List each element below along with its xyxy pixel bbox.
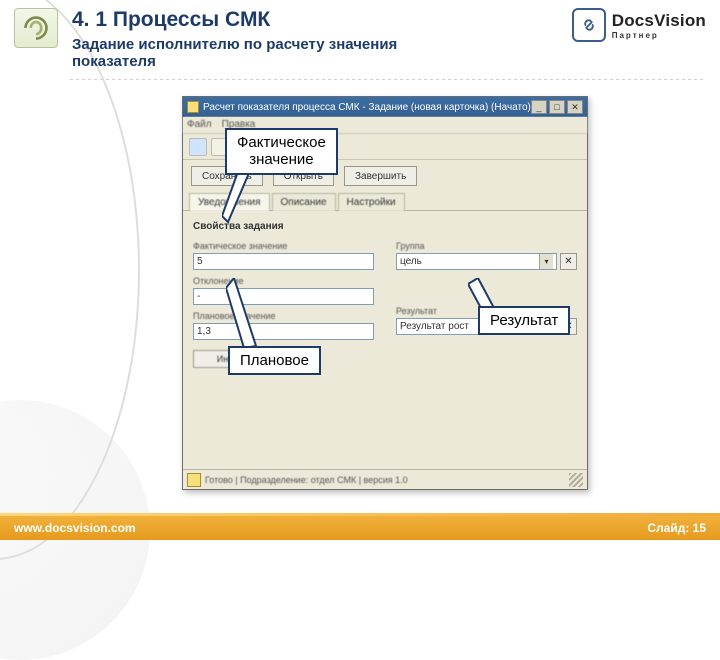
value-factual: 5 [197,256,203,267]
header-divider [70,79,706,80]
tool-save-icon[interactable] [189,138,207,156]
tab-settings[interactable]: Настройки [338,193,405,211]
value-result: Результат рост [400,321,469,332]
slide-title: 4. 1 Процессы СМК [72,8,572,32]
docsvision-brand: DocsVision Партнер [572,8,706,42]
input-factual[interactable]: 5 [193,253,374,270]
company-logo-left [14,8,58,48]
resize-grip-icon[interactable] [569,473,583,487]
value-deviation: - [197,291,200,302]
chevron-down-icon[interactable]: ▾ [539,254,553,269]
slide-header: 4. 1 Процессы СМК Задание исполнителю по… [0,0,720,75]
footer-slide-number: Слайд: 15 [647,521,706,535]
window-titlebar: Расчет показателя процесса СМК - Задание… [183,97,587,117]
input-plan[interactable]: 1,3 [193,323,374,340]
input-group[interactable]: цель ▾ [396,253,557,270]
footer-url: www.docsvision.com [14,521,136,535]
value-group: цель [400,256,422,267]
value-plan: 1,3 [197,326,211,337]
brand-tagline: Партнер [612,31,706,40]
status-icon [187,473,201,487]
minimize-button[interactable]: _ [531,100,547,114]
link-icon [572,8,606,42]
callout-factual-text: Фактическое значение [237,134,326,168]
label-factual: Фактическое значение [193,241,374,251]
label-deviation: Отклонение [193,276,374,286]
callout-plan: Плановое [228,346,321,375]
callout-plan-text: Плановое [240,352,309,369]
callout-factual-pointer [222,166,262,226]
slide-footer: www.docsvision.com Слайд: 15 [0,516,720,540]
maximize-button[interactable]: □ [549,100,565,114]
window-title: Расчет показателя процесса СМК - Задание… [203,102,531,113]
brand-name: DocsVision [612,11,706,31]
callout-result-text: Результат [490,312,558,329]
status-bar: Готово | Подразделение: отдел СМК | верс… [183,469,587,489]
complete-button[interactable]: Завершить [344,166,417,186]
callout-result: Результат [478,306,570,335]
clear-group-button[interactable]: ✕ [560,253,577,270]
label-plan: Плановое значение [193,311,374,321]
status-text: Готово | Подразделение: отдел СМК | верс… [205,475,408,485]
callout-factual: Фактическое значение [225,128,338,175]
callout-plan-pointer [226,278,266,350]
window-app-icon [187,101,199,113]
leaf-logo-icon [22,14,50,42]
input-deviation[interactable]: - [193,288,374,305]
tab-description[interactable]: Описание [272,193,336,211]
slide-subtitle: Задание исполнителю по расчету значения … [72,36,452,71]
menu-file[interactable]: Файл [187,119,212,131]
label-group: Группа [396,241,577,251]
close-button[interactable]: ✕ [567,100,583,114]
